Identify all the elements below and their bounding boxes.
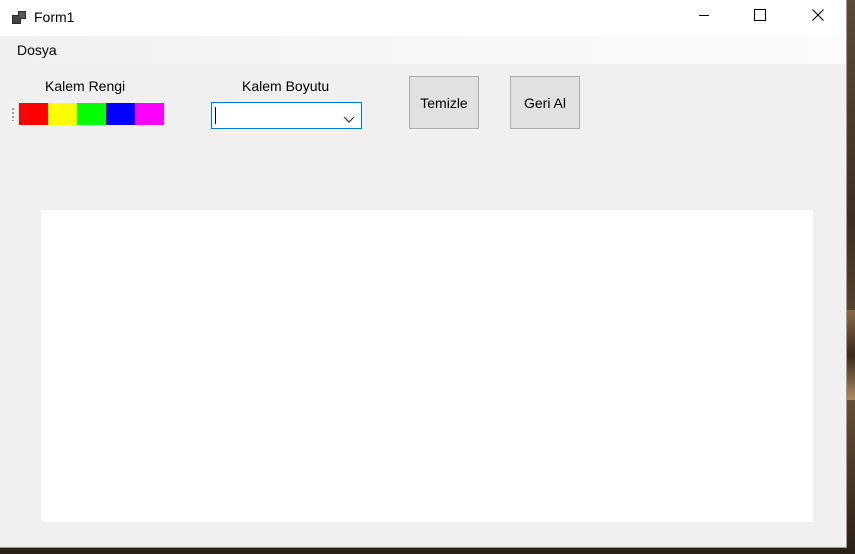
minimize-icon — [698, 8, 710, 26]
pen-color-toolstrip — [9, 101, 167, 127]
text-caret — [215, 107, 216, 124]
color-swatch-blue[interactable] — [106, 103, 135, 125]
pen-size-combobox[interactable] — [211, 102, 362, 129]
close-icon — [812, 8, 824, 26]
color-swatch-green[interactable] — [77, 103, 106, 125]
maximize-icon — [754, 8, 766, 26]
desktop-wallpaper-strip — [847, 310, 855, 400]
clear-button[interactable]: Temizle — [409, 76, 479, 129]
close-button[interactable] — [789, 0, 847, 34]
pen-size-label: Kalem Boyutu — [242, 78, 330, 94]
pen-color-label: Kalem Rengi — [45, 78, 126, 94]
menu-bar: Dosya — [0, 36, 846, 64]
maximize-button[interactable] — [731, 0, 789, 34]
chevron-down-icon[interactable] — [343, 111, 355, 123]
color-swatch-red[interactable] — [19, 103, 48, 125]
color-swatch-yellow[interactable] — [48, 103, 77, 125]
toolstrip-grip-icon[interactable] — [12, 107, 14, 121]
color-swatch-magenta[interactable] — [135, 103, 164, 125]
title-bar[interactable]: Form1 — [0, 0, 846, 36]
drawing-canvas[interactable] — [41, 210, 813, 522]
window-title: Form1 — [34, 9, 75, 25]
undo-button[interactable]: Geri Al — [510, 76, 580, 129]
menu-item-dosya[interactable]: Dosya — [10, 40, 64, 60]
form1-window: Form1 Dosya Kalem Rengi Kalem Boyutu Tem… — [0, 0, 847, 548]
winforms-app-icon — [11, 10, 27, 26]
minimize-button[interactable] — [675, 0, 733, 34]
